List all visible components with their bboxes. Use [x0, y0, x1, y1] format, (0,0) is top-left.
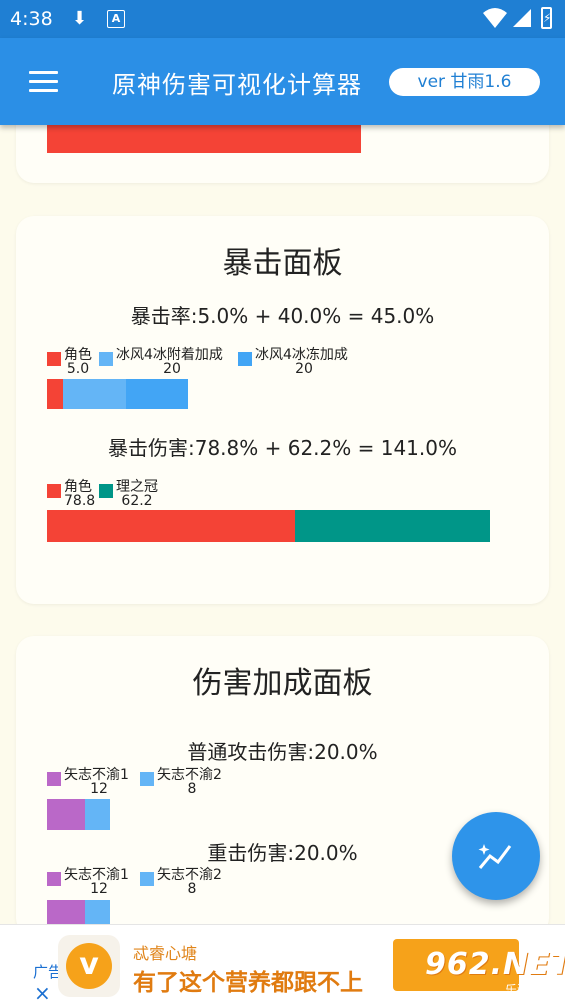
crit-damage-label: 暴击伤害:78.8% + 62.2% = 141.0%: [107, 436, 457, 460]
signal-icon: [513, 9, 531, 27]
crit-rate-legend-swatch-1: [47, 352, 61, 366]
charged-attack-legend-value-2: 8: [187, 881, 197, 897]
crit-rate-legend-value-1: 5.0: [66, 361, 90, 377]
version-badge[interactable]: ver 甘雨1.6: [389, 68, 540, 96]
crit-rate-legend-value-3: 20: [295, 361, 313, 377]
app-title: 原神伤害可视化计算器: [112, 71, 362, 99]
normal-attack-label: 普通攻击伤害:20.0%: [187, 740, 378, 764]
charged-attack-segment-1: [47, 900, 85, 924]
ad-close-icon[interactable]: ×: [34, 981, 51, 1005]
ad-logo: v: [58, 935, 120, 997]
ad-brand: 忒睿心塘: [133, 944, 198, 963]
crit-damage-legend-value-1: 78.8: [64, 493, 96, 509]
normal-attack-segment-2: [84, 799, 110, 830]
crit-rate-segment-1: [47, 379, 63, 409]
normal-attack-legend-swatch-1: [47, 772, 61, 786]
trending-chart-icon: [478, 844, 512, 869]
notification-a-icon: A: [107, 10, 125, 28]
crit-damage-segment-1: [47, 510, 295, 542]
ad-logo-letter: v: [66, 943, 112, 989]
watermark-sub: 乐游网: [505, 983, 542, 997]
status-time: 4:38: [10, 8, 53, 30]
app-bar: 原神伤害可视化计算器 ver 甘雨1.6: [0, 38, 565, 125]
crit-damage-legend-swatch-2: [99, 484, 113, 498]
charged-attack-legend-swatch-2: [140, 872, 154, 886]
menu-icon[interactable]: [29, 71, 58, 93]
previous-panel-bar: [47, 125, 361, 153]
charged-attack-legend-value-1: 12: [90, 881, 108, 897]
crit-rate-label: 暴击率:5.0% + 40.0% = 45.0%: [130, 304, 435, 328]
battery-charging-icon: ⚡: [541, 7, 552, 29]
crit-damage-legend-swatch-1: [47, 484, 61, 498]
wifi-icon: [483, 8, 507, 28]
status-bar: 4:38 ⬇ A ⚡: [0, 0, 565, 38]
crit-rate-legend-value-2: 20: [163, 361, 181, 377]
crit-panel-card: 暴击面板 暴击率:5.0% + 40.0% = 45.0% 角色 5.0 冰风4冰附…: [16, 216, 549, 604]
chart-fab-button[interactable]: [452, 812, 540, 900]
crit-panel-title: 暴击面板: [222, 246, 343, 281]
crit-damage-legend-value-2: 62.2: [121, 493, 153, 509]
normal-attack-legend-value-2: 8: [187, 781, 197, 797]
crit-rate-segment-3: [125, 379, 189, 409]
normal-attack-legend-swatch-2: [140, 772, 154, 786]
ad-banner[interactable]: 广告 × v 忒睿心塘 有了这个营养都跟不上 962.NET 乐游网: [0, 924, 565, 1005]
bonus-panel-title: 伤害加成面板: [192, 666, 373, 701]
watermark: 962.NET: [425, 947, 565, 982]
crit-rate-legend-swatch-3: [238, 352, 252, 366]
charged-attack-legend-swatch-1: [47, 872, 61, 886]
download-icon: ⬇: [72, 8, 88, 29]
crit-rate-legend-swatch-2: [99, 352, 113, 366]
crit-damage-segment-2: [294, 510, 490, 542]
ad-text: 有了这个营养都跟不上: [133, 970, 363, 996]
crit-rate-segment-2: [62, 379, 126, 409]
normal-attack-legend-value-1: 12: [90, 781, 108, 797]
charged-attack-segment-2: [84, 900, 110, 924]
normal-attack-segment-1: [47, 799, 85, 830]
